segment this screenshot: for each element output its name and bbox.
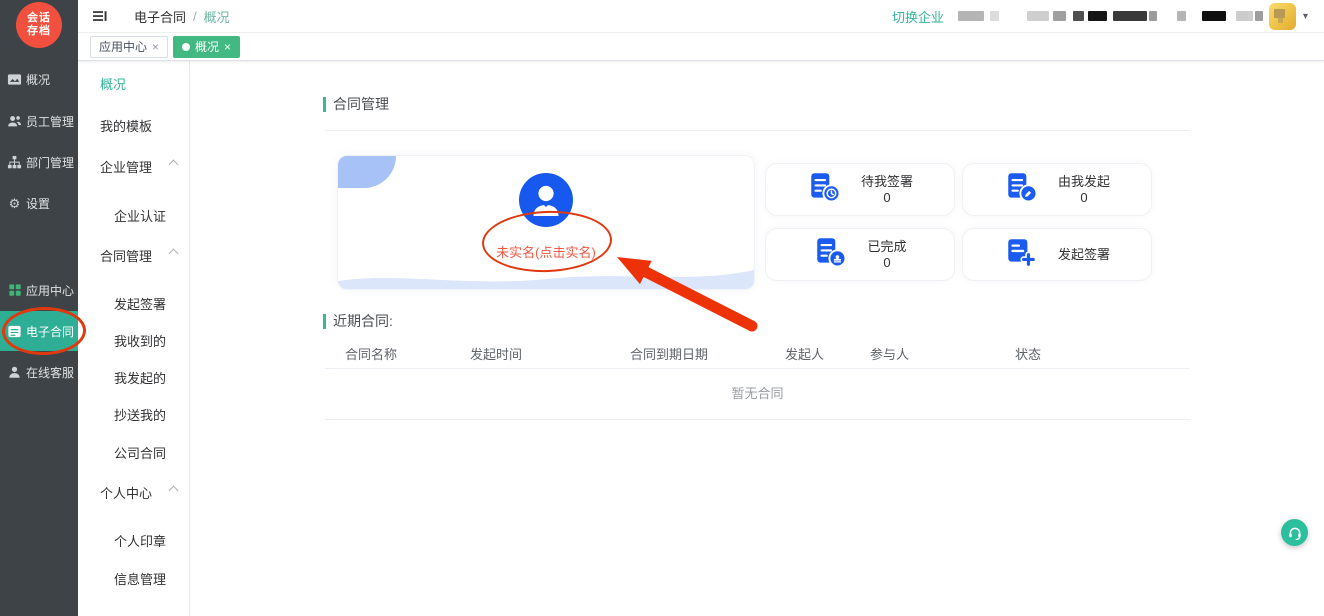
sidebar-item-settings[interactable]: ⚙ 设置 [0,192,78,214]
card-initiate-signing[interactable]: 发起签署 [962,228,1152,281]
column-initiated-time: 发起时间 [470,344,630,363]
dropdown-caret-icon[interactable]: ▾ [1303,11,1308,22]
sidebar-item-label: 概况 [26,71,50,88]
doc-clock-icon [807,170,841,209]
sidebar-item-employees[interactable]: 员工管理 [0,110,78,132]
main-content: 合同管理 未实名(点击实名) 待我签署 0 [190,61,1324,616]
user-avatar[interactable] [1269,3,1296,30]
user-avatar-icon[interactable] [518,172,574,233]
sidebar-item-label: 部门管理 [26,154,74,171]
column-status: 状态 [1015,344,1190,363]
menu-initiate-signing[interactable]: 发起签署 [78,294,189,313]
sidebar-item-e-contract[interactable]: 电子合同 [0,311,78,351]
close-icon[interactable]: × [224,41,231,53]
sidebar-item-label: 电子合同 [26,323,74,340]
menu-enterprise-certification[interactable]: 企业认证 [78,206,189,225]
realname-status-card[interactable]: 未实名(点击实名) [337,155,755,290]
menu-my-templates[interactable]: 我的模板 [78,116,189,135]
menu-fold-icon[interactable] [92,8,108,24]
column-initiator: 发起人 [785,344,870,363]
breadcrumb-parent[interactable]: 电子合同 [134,7,186,26]
overview-icon [7,72,22,87]
breadcrumb-separator: / [193,9,197,24]
stat-value: 0 [861,190,913,206]
close-icon[interactable]: × [152,41,159,53]
app-root: 会话 存档 概况 员工管理 部门管理 ⚙ 设置 [0,0,1324,616]
menu-overview[interactable]: 概况 [78,74,189,93]
sidebar-item-label: 在线客服 [26,364,74,381]
stat-label: 由我发起 [1058,173,1110,190]
stat-value: 0 [867,255,906,271]
stat-label: 发起签署 [1058,246,1110,263]
tab-overview[interactable]: 概况 × [173,36,240,58]
active-tab-dot [182,43,190,51]
divider [325,368,1190,369]
menu-info-management[interactable]: 信息管理 [78,569,189,588]
tabs-view-bar: 应用中心 × 概况 × [78,33,1324,61]
doc-add-icon [1004,235,1038,274]
column-contract-name: 合同名称 [325,344,470,363]
section-title-text: 合同管理 [333,94,389,114]
sidebar-item-label: 员工管理 [26,113,74,130]
sidebar-item-departments[interactable]: 部门管理 [0,151,78,173]
card-awaiting-my-signature[interactable]: 待我签署 0 [765,163,955,216]
card-completed[interactable]: 已完成 0 [765,228,955,281]
logo-line2: 存档 [27,25,51,38]
realname-status-text[interactable]: 未实名(点击实名) [338,242,754,261]
sidebar-item-overview[interactable]: 概况 [0,68,78,90]
app-center-icon [7,283,22,298]
divider [325,130,1190,131]
tab-label: 应用中心 [99,38,147,55]
menu-received[interactable]: 我收到的 [78,331,189,350]
section-title-text: 近期合同: [333,311,393,331]
customer-service-icon [7,365,22,380]
menu-company-contracts[interactable]: 公司合同 [78,443,189,462]
e-contract-icon [7,324,22,339]
menu-initiated-by-me[interactable]: 我发起的 [78,368,189,387]
breadcrumb: 电子合同 / 概况 [134,7,230,26]
sidebar-item-app-center[interactable]: 应用中心 [0,279,78,301]
stat-label: 已完成 [867,238,906,255]
doc-edit-icon [1004,170,1038,209]
primary-sidebar: 会话 存档 概况 员工管理 部门管理 ⚙ 设置 [0,0,78,616]
breadcrumb-current: 概况 [204,7,230,26]
empty-state-text: 暂无合同 [325,383,1190,402]
menu-personal-seal[interactable]: 个人印章 [78,531,189,550]
departments-icon [7,155,22,170]
app-logo: 会话 存档 [16,2,62,48]
stat-value: 0 [1058,190,1110,206]
title-accent-bar [323,97,326,112]
column-participants: 参与人 [870,344,1015,363]
sidebar-item-label: 设置 [26,195,50,212]
topbar: 电子合同 / 概况 切换企业 ▾ [78,0,1324,33]
settings-icon: ⚙ [7,196,22,211]
sidebar-item-customer-service[interactable]: 在线客服 [0,361,78,383]
contracts-table-header: 合同名称 发起时间 合同到期日期 发起人 参与人 状态 [325,344,1190,363]
tab-app-center[interactable]: 应用中心 × [90,36,168,58]
column-expiry-date: 合同到期日期 [630,344,785,363]
decorative-wave [338,265,754,289]
title-accent-bar [323,314,326,329]
doc-stamp-icon [813,235,847,274]
redacted-user-info [958,11,1263,21]
logo-line1: 会话 [27,12,51,25]
decorative-blob [338,156,396,188]
employees-icon [7,114,22,129]
section-title-recent-contracts: 近期合同: [323,311,393,331]
tab-label: 概况 [195,38,219,55]
card-initiated-by-me[interactable]: 由我发起 0 [962,163,1152,216]
headset-icon [1287,525,1303,541]
secondary-sidebar: 概况 我的模板 企业管理 企业认证 合同管理 发起签署 我收到的 我发起的 抄送… [78,61,190,616]
sidebar-item-label: 应用中心 [26,282,74,299]
section-title-contract-management: 合同管理 [323,94,389,114]
menu-cc-to-me[interactable]: 抄送我的 [78,405,189,424]
customer-service-fab[interactable] [1281,519,1308,546]
switch-company-link[interactable]: 切换企业 [892,7,944,26]
stat-label: 待我签署 [861,173,913,190]
divider [325,419,1190,420]
topbar-right: 切换企业 ▾ [892,3,1308,30]
